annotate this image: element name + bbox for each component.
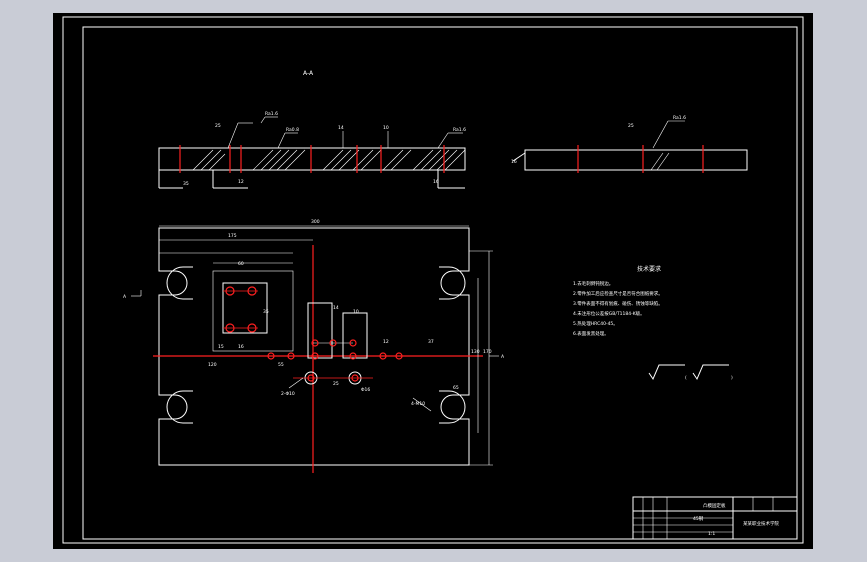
sec-dim-5: 12	[238, 179, 244, 185]
plan-dim-35: 35	[263, 309, 269, 315]
side-dim-2: 16	[511, 159, 517, 165]
plan-dim-12: 12	[383, 339, 389, 345]
cad-viewport[interactable]: A-A 25 Ra1.6 Ra0.8 14 10 Ra1.6 35 12 16 …	[53, 13, 813, 549]
tech-notes: 技术要求 1.去毛刺倒钝锐边。 2.零件加工后应检查尺寸是否符合图纸要求。 3.…	[573, 265, 663, 337]
svg-text:(: (	[685, 375, 687, 381]
sec-dim-3: 10	[383, 125, 389, 131]
section-view-left: 25 Ra1.6 Ra0.8 14 10 Ra1.6 35 12 16	[158, 111, 466, 189]
side-dim-1: 25	[628, 123, 634, 129]
plan-dim-120: 120	[208, 362, 217, 368]
plan-dim-10: 10	[353, 309, 359, 315]
sec-dim-4: 35	[183, 181, 189, 187]
side-roughness: Ra1.6	[673, 115, 686, 121]
plan-dim-170: 170	[483, 349, 492, 355]
tech-note-4: 4.未注形位公差按GB/T1184-K级。	[573, 310, 645, 317]
plan-width-dim: 300	[311, 219, 320, 225]
plan-hole-label: 2-Φ10	[281, 391, 295, 397]
title-block: 凸模固定板 45钢 1:1 某某职业技术学院	[632, 496, 798, 540]
plan-dim-15: 15	[218, 344, 224, 350]
plan-dim-37: 37	[428, 339, 434, 345]
section-view-right: 25 Ra1.6 16	[511, 115, 748, 173]
section-marker-left: A	[123, 294, 127, 300]
plan-dim-130: 130	[471, 349, 480, 355]
sec-dim-2: 14	[338, 125, 344, 131]
sec-dim-6: 16	[433, 179, 439, 185]
sec-roughness-2: Ra0.8	[286, 127, 299, 133]
title-scale: 1:1	[708, 531, 715, 537]
sec-dim-1: 25	[215, 123, 221, 129]
plan-dim-65: 65	[453, 385, 459, 391]
plan-view: 300 175 60 15 16 35 14 10 12 37 120 55 2…	[123, 219, 505, 473]
tech-title: 技术要求	[637, 265, 661, 273]
title-material: 45钢	[693, 515, 704, 522]
svg-text:): )	[731, 375, 733, 381]
roughness-symbol: ( )	[648, 364, 733, 381]
tech-note-3: 3.零件表面不得有划痕、碰伤、锈蚀等缺陷。	[573, 300, 663, 307]
tech-note-5: 5.热处理HRC40-45。	[573, 320, 618, 327]
sec-roughness: Ra1.6	[265, 111, 278, 117]
plan-dim-175: 175	[228, 233, 237, 239]
sec-roughness-3: Ra1.6	[453, 127, 466, 133]
plan-dim-25: 25	[333, 381, 339, 387]
tech-note-6: 6.表面发黑处理。	[573, 330, 609, 337]
inner-frame	[82, 26, 798, 540]
plan-dim-60: 60	[238, 261, 244, 267]
title-school: 某某职业技术学院	[743, 520, 779, 527]
tech-note-1: 1.去毛刺倒钝锐边。	[573, 280, 613, 287]
title-part-name: 凸模固定板	[703, 502, 726, 509]
plan-dim-14: 14	[333, 305, 339, 311]
drawing-canvas: A-A 25 Ra1.6 Ra0.8 14 10 Ra1.6 35 12 16 …	[62, 16, 804, 544]
plan-hole-a: 4-M10	[411, 401, 425, 407]
plan-hole-c: Φ16	[361, 387, 370, 393]
section-title: A-A	[303, 70, 314, 77]
tech-note-2: 2.零件加工后应检查尺寸是否符合图纸要求。	[573, 290, 663, 297]
outer-frame	[62, 16, 804, 544]
section-marker-right: A	[501, 354, 505, 360]
plan-dim-55: 55	[278, 362, 284, 368]
plan-dim-16: 16	[238, 344, 244, 350]
